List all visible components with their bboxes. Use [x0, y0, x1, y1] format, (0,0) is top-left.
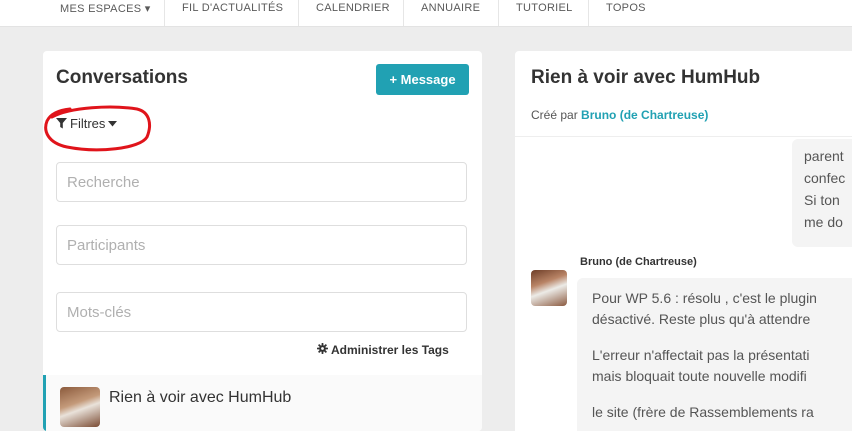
message-bubble: Pour WP 5.6 : résolu , c'est le plugin d…: [577, 278, 852, 431]
nav-my-spaces[interactable]: MES ESPACES ▾: [60, 2, 151, 15]
nav-divider: [403, 0, 404, 26]
avatar[interactable]: [531, 270, 567, 306]
message-line: mais bloquait toute nouvelle modifi: [592, 368, 807, 384]
nav-directory[interactable]: ANNUAIRE: [421, 2, 480, 14]
message-line: le site (frère de Rassemblements ra: [592, 404, 814, 420]
nav-divider: [164, 0, 165, 26]
created-by-prefix: Créé par: [531, 108, 578, 122]
new-message-button[interactable]: + Message: [376, 64, 469, 95]
created-by-author-link[interactable]: Bruno (de Chartreuse): [581, 108, 708, 122]
conversation-view: Rien à voir avec HumHub Créé par Bruno (…: [515, 51, 852, 431]
top-navigation: MES ESPACES ▾ FIL D'ACTUALITÉS CALENDRIE…: [0, 0, 852, 27]
message-bubble: parent confec Si ton me do: [792, 139, 852, 247]
participants-input[interactable]: [56, 225, 467, 265]
nav-divider: [298, 0, 299, 26]
avatar: [60, 387, 100, 427]
message-line: me do: [804, 214, 843, 230]
created-by: Créé par Bruno (de Chartreuse): [531, 108, 708, 122]
conversation-title: Rien à voir avec HumHub: [109, 389, 292, 406]
caret-down-icon: [108, 120, 118, 127]
nav-tutorial[interactable]: TUTORIEL: [516, 2, 573, 14]
search-input[interactable]: [56, 162, 467, 202]
conversation-heading: Rien à voir avec HumHub: [531, 67, 761, 88]
nav-divider: [588, 0, 589, 26]
nav-topos[interactable]: TOPOS: [606, 2, 646, 14]
message-sender-name[interactable]: Bruno (de Chartreuse): [580, 256, 697, 268]
message-line: désactivé. Reste plus qu'à attendre: [592, 311, 811, 327]
conversation-list-item[interactable]: Rien à voir avec HumHub: [43, 375, 482, 431]
message-line: Pour WP 5.6 : résolu , c'est le plugin: [592, 290, 817, 306]
manage-tags-label: Administrer les Tags: [331, 343, 449, 357]
message-line: parent: [804, 148, 844, 164]
message-line: L'erreur n'affectait pas la présentati: [592, 347, 810, 363]
filter-icon: [56, 118, 67, 129]
filters-label: Filtres: [70, 116, 106, 131]
nav-divider: [498, 0, 499, 26]
manage-tags-link[interactable]: Administrer les Tags: [317, 343, 449, 357]
conversations-title: Conversations: [56, 67, 188, 88]
filters-toggle[interactable]: Filtres: [56, 116, 118, 131]
keywords-input[interactable]: [56, 292, 467, 332]
message-line: confec: [804, 170, 846, 186]
gear-icon: [317, 343, 328, 357]
nav-news-feed[interactable]: FIL D'ACTUALITÉS: [182, 2, 283, 14]
conversations-panel: Conversations + Message Filtres Recherch…: [43, 51, 482, 431]
nav-calendar[interactable]: CALENDRIER: [316, 2, 390, 14]
divider: [515, 136, 852, 137]
message-line: Si ton: [804, 192, 840, 208]
